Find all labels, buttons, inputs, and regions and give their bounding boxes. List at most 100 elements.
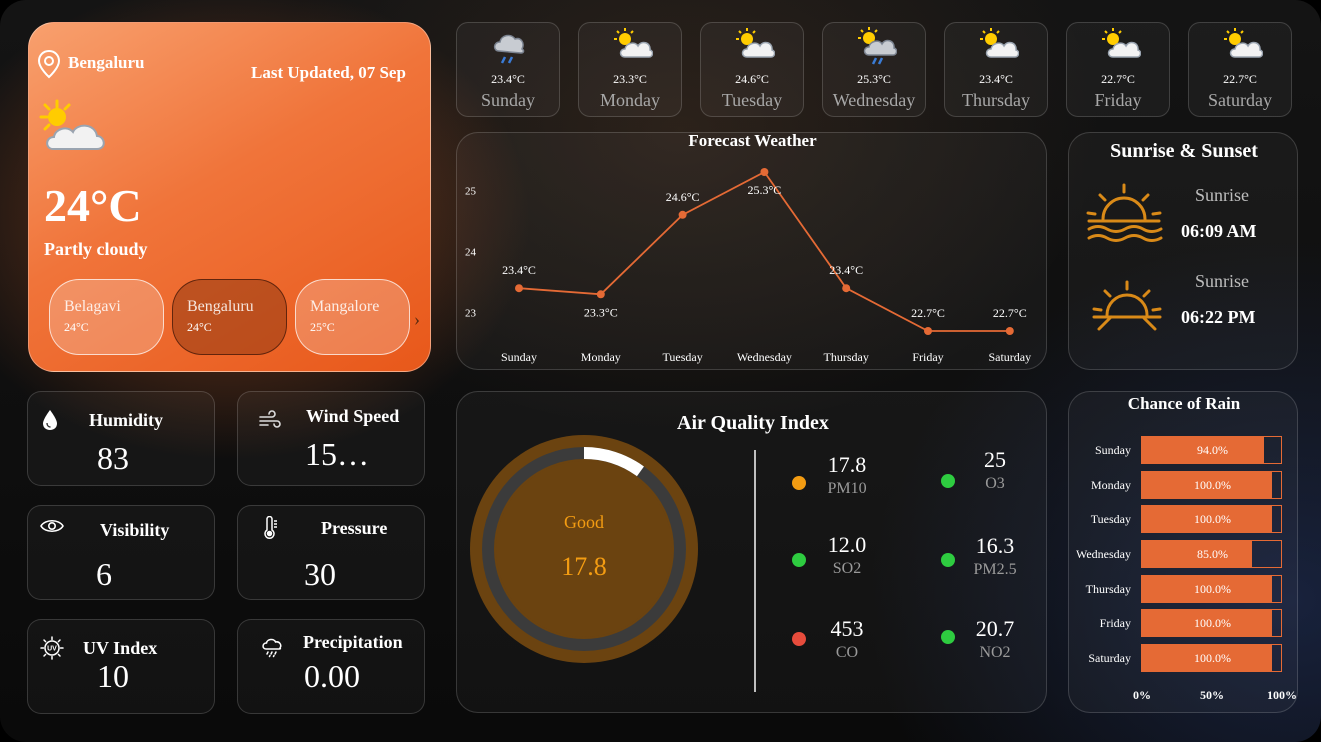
rain-bar-label: 100.0% <box>1194 512 1231 526</box>
x-tick-label: Tuesday <box>662 350 702 364</box>
y-tick-label: 24 <box>465 247 477 259</box>
partly-cloudy-icon <box>735 27 776 68</box>
sunset-time: 06:22 PM <box>1181 307 1256 327</box>
pressure-value: 30 <box>304 556 336 592</box>
rain-bar-label: 100.0% <box>1194 616 1231 630</box>
current-temperature: 24°C <box>44 180 142 231</box>
uv-index-value: 10 <box>97 658 129 694</box>
eye-icon <box>40 518 64 539</box>
sunset-label: Sunrise <box>1195 271 1249 291</box>
rain-bar-label: 85.0% <box>1197 547 1228 561</box>
forecast-chart-panel: Forecast Weather 23 24 25 Sunday Monday Tuesd… <box>456 131 1047 370</box>
day-card-sunday[interactable]: 23.4°C Sunday <box>456 22 560 117</box>
aqi-title: Air Quality Index <box>677 412 829 434</box>
visibility-label: Visibility <box>100 520 170 540</box>
day-name: Saturday <box>1208 90 1272 110</box>
aqi-item-value: 16.3 <box>975 533 1015 558</box>
aqi-status: Good <box>564 512 604 532</box>
forecast-point <box>760 168 769 176</box>
aqi-item-co: 453 CO <box>802 616 892 662</box>
city-temp: 24°C <box>64 320 89 334</box>
partly-cloudy-icon <box>35 99 107 160</box>
aqi-item-o3: 25 O3 <box>950 447 1040 493</box>
partly-cloudy-icon <box>1101 27 1142 68</box>
day-card-saturday[interactable]: 22.7°C Saturday <box>1188 22 1292 117</box>
humidity-card: Humidity 83 <box>27 391 215 486</box>
aqi-item-value: 12.0 <box>827 532 867 557</box>
rain-day: Tuesday <box>1090 512 1131 526</box>
day-name: Thursday <box>962 90 1030 110</box>
forecast-data-label: 25.3°C <box>747 183 781 197</box>
city-pill-mangalore[interactable]: Mangalore 25°C <box>295 279 410 355</box>
city-temp: 24°C <box>187 320 212 334</box>
aqi-item-value: 453 <box>830 616 864 641</box>
aqi-item-name: O3 <box>985 475 1005 492</box>
rain-bar-track: 100.0% <box>1141 609 1282 637</box>
aqi-item-so2: 12.0 SO2 <box>802 532 892 578</box>
precipitation-value: 0.00 <box>304 658 360 694</box>
visibility-card: Visibility 6 <box>27 505 215 600</box>
aqi-item-value: 17.8 <box>827 452 867 477</box>
day-name: Tuesday <box>721 90 783 110</box>
last-updated-text: Last Updated, 07 Sep <box>251 63 406 82</box>
x-tick-label: Friday <box>912 350 943 364</box>
aqi-item-no2: 20.7 NO2 <box>950 616 1040 662</box>
rain-axis-tick: 50% <box>1200 688 1224 702</box>
rain-bar-track: 100.0% <box>1141 644 1282 672</box>
partly-cloudy-icon <box>979 27 1020 68</box>
humidity-value: 83 <box>97 440 129 476</box>
aqi-value: 17.8 <box>561 552 607 581</box>
day-temp: 23.4°C <box>491 72 525 86</box>
x-tick-label: Wednesday <box>737 350 792 364</box>
aqi-item-name: CO <box>835 644 859 661</box>
forecast-point <box>596 290 605 299</box>
y-tick-label: 25 <box>465 185 477 197</box>
wind-speed-label: Wind Speed <box>306 406 400 426</box>
partly-cloudy-icon <box>613 27 654 68</box>
rain-title: Chance of Rain <box>1127 394 1241 413</box>
forecast-data-label: 24.6°C <box>666 190 700 204</box>
aqi-item-name: PM2.5 <box>973 561 1017 578</box>
rain-row-saturday: Saturday 100.0% <box>1069 644 1299 672</box>
water-drop-icon <box>40 408 60 437</box>
wind-speed-value: 15… <box>305 436 369 472</box>
day-card-friday[interactable]: 22.7°C Friday <box>1066 22 1170 117</box>
wind-speed-card: Wind Speed 15… <box>237 391 425 486</box>
chevron-right-icon[interactable]: › <box>414 309 420 330</box>
day-card-tuesday[interactable]: 24.6°C Tuesday <box>700 22 804 117</box>
x-tick-label: Monday <box>581 350 621 364</box>
city-pill-bengaluru[interactable]: Bengaluru 24°C <box>172 279 287 355</box>
rain-day: Sunday <box>1095 443 1131 457</box>
aqi-item-pm25: 16.3 PM2.5 <box>950 533 1040 579</box>
y-tick-label: 23 <box>465 308 477 320</box>
x-tick-label: Thursday <box>824 350 869 364</box>
aqi-gauge <box>470 435 698 663</box>
location-name: Bengaluru <box>68 53 145 72</box>
sunrise-label: Sunrise <box>1195 185 1249 205</box>
rain-bar-track: 100.0% <box>1141 575 1282 603</box>
pressure-label: Pressure <box>321 518 388 538</box>
sun-title: Sunrise & Sunset <box>1110 140 1258 162</box>
aqi-divider <box>754 450 756 692</box>
rain-bar-label: 100.0% <box>1194 478 1231 492</box>
day-card-thursday[interactable]: 23.4°C Thursday <box>944 22 1048 117</box>
rain-row-tuesday: Tuesday 100.0% <box>1069 505 1299 533</box>
day-card-wednesday[interactable]: 25.3°C Wednesday <box>822 22 926 117</box>
day-name: Sunday <box>481 90 535 110</box>
x-tick-label: Saturday <box>988 350 1031 364</box>
forecast-data-label: 22.7°C <box>911 306 945 320</box>
partly-cloudy-icon <box>1223 27 1264 68</box>
city-pill-belagavi[interactable]: Belagavi 24°C <box>49 279 164 355</box>
forecast-data-label: 23.4°C <box>829 263 863 277</box>
day-name: Monday <box>600 90 660 110</box>
forecast-data-label: 22.7°C <box>993 306 1027 320</box>
weather-dashboard: Bengaluru Last Updated, 07 Sep 24°C Part… <box>0 0 1321 742</box>
day-card-monday[interactable]: 23.3°C Monday <box>578 22 682 117</box>
rain-cloud-icon <box>260 634 284 663</box>
rain-bar-label: 94.0% <box>1197 443 1228 457</box>
day-temp: 25.3°C <box>857 72 891 86</box>
forecast-data-label: 23.3°C <box>584 305 618 319</box>
rain-bar-label: 100.0% <box>1194 651 1231 665</box>
forecast-data-label: 23.4°C <box>502 263 536 277</box>
aqi-item-name: PM10 <box>827 480 867 497</box>
